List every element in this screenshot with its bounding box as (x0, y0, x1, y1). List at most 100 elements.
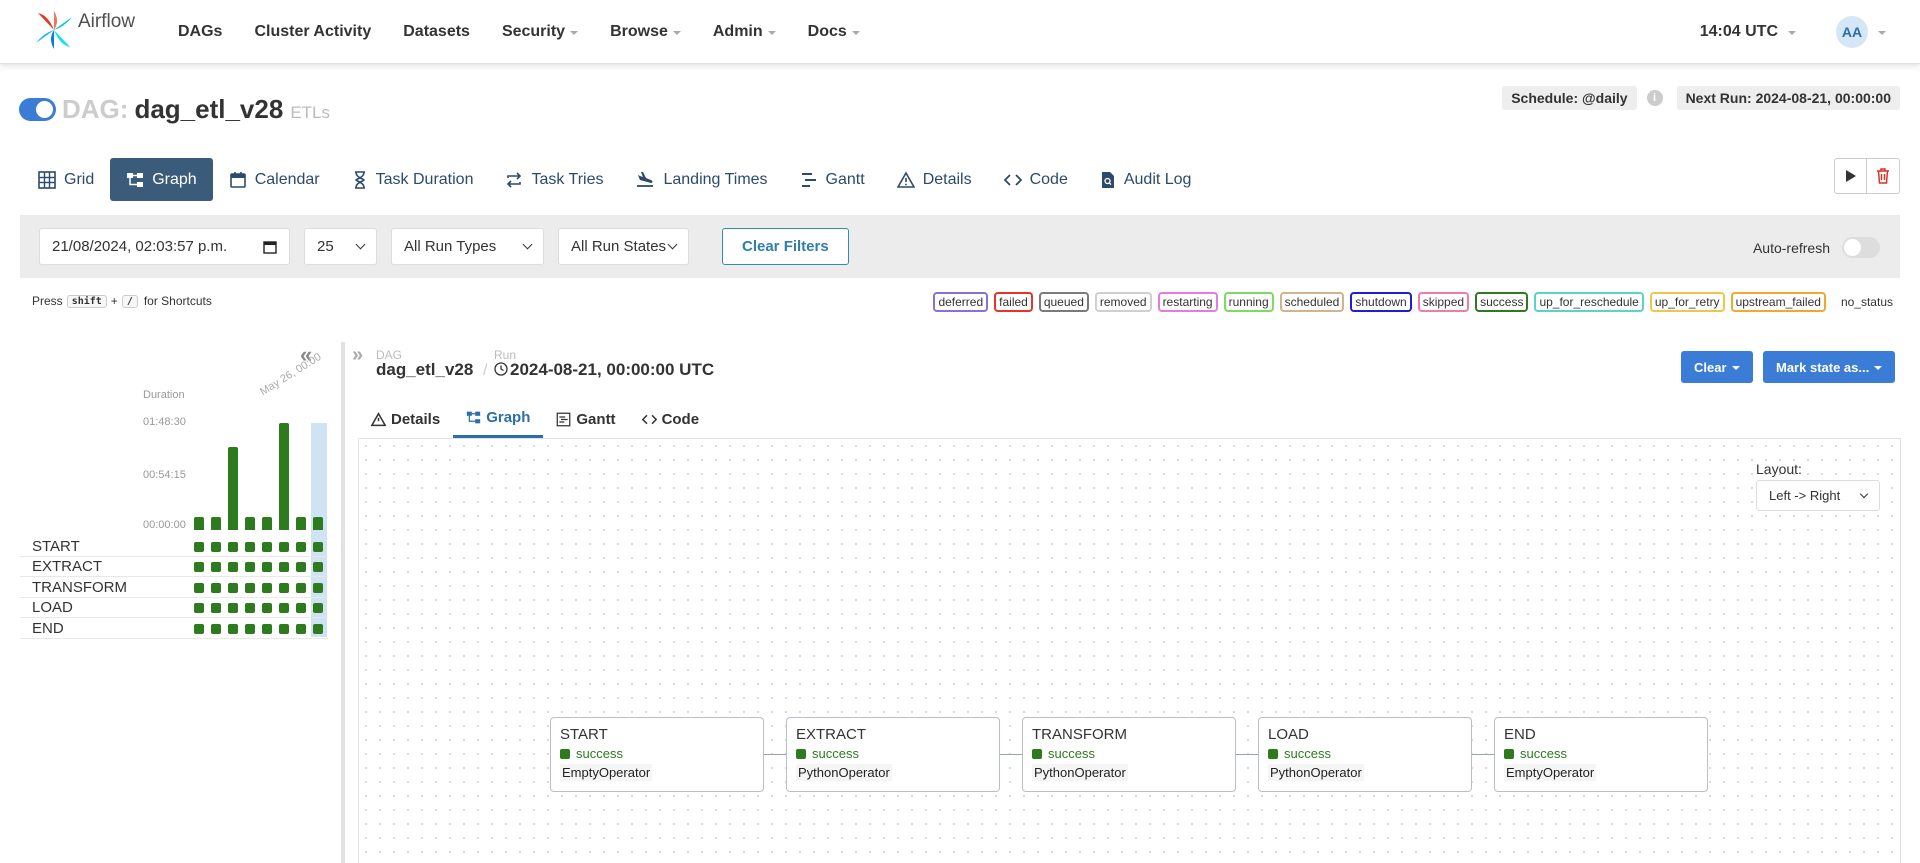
task-instance-square[interactable] (262, 624, 272, 634)
task-instance-square[interactable] (296, 583, 306, 593)
subtab-graph[interactable]: Graph (453, 400, 544, 438)
tab-calendar[interactable]: Calendar (213, 158, 336, 201)
task-instance-square[interactable] (194, 542, 204, 552)
task-instance-square[interactable] (262, 542, 272, 552)
clear-run-button[interactable]: Clear (1681, 351, 1753, 383)
task-instance-square[interactable] (228, 583, 238, 593)
tab-details[interactable]: Details (881, 158, 988, 201)
legend-up-for-retry[interactable]: up_for_retry (1649, 292, 1725, 312)
user-menu[interactable]: AA (1796, 16, 1886, 48)
run-duration-bar[interactable] (313, 517, 323, 530)
run-duration-bar[interactable] (211, 517, 221, 530)
tab-code[interactable]: Code (988, 158, 1084, 201)
task-node-load[interactable]: LOAD success PythonOperator (1258, 717, 1472, 792)
task-instance-square[interactable] (313, 583, 323, 593)
task-instance-square[interactable] (211, 583, 221, 593)
airflow-logo[interactable]: Airflow (34, 9, 135, 51)
nav-browse[interactable]: Browse (594, 23, 697, 41)
task-instance-square[interactable] (228, 542, 238, 552)
nav-docs[interactable]: Docs (792, 23, 876, 41)
task-instance-square[interactable] (211, 542, 221, 552)
nav-datasets[interactable]: Datasets (387, 23, 486, 41)
task-instance-square[interactable] (279, 542, 289, 552)
legend-restarting[interactable]: restarting (1157, 292, 1218, 312)
task-instance-square[interactable] (296, 562, 306, 572)
breadcrumb-dag[interactable]: dag_etl_v28 (376, 360, 473, 380)
task-instance-square[interactable] (245, 562, 255, 572)
run-state-select[interactable]: All Run States (558, 228, 689, 265)
task-instance-square[interactable] (262, 603, 272, 613)
timezone-menu[interactable]: 14:04 UTC (1700, 23, 1796, 41)
panel-resize-handle[interactable] (341, 342, 345, 863)
task-instance-square[interactable] (245, 624, 255, 634)
task-instance-square[interactable] (194, 583, 204, 593)
tab-landing-times[interactable]: Landing Times (619, 158, 783, 201)
task-instance-square[interactable] (313, 562, 323, 572)
task-instance-square[interactable] (313, 542, 323, 552)
tab-task-tries[interactable]: Task Tries (489, 158, 619, 201)
num-runs-select[interactable]: 25 (304, 228, 377, 265)
legend-queued[interactable]: queued (1038, 292, 1089, 312)
dag-tag[interactable]: ETLs (290, 103, 330, 123)
run-duration-bar[interactable] (279, 423, 289, 530)
run-duration-bar[interactable] (262, 517, 272, 530)
task-instance-square[interactable] (279, 603, 289, 613)
task-instance-square[interactable] (194, 624, 204, 634)
tab-gantt[interactable]: Gantt (784, 158, 881, 201)
task-instance-square[interactable] (211, 603, 221, 613)
task-instance-square[interactable] (211, 624, 221, 634)
tab-audit-log[interactable]: Audit Log (1084, 158, 1208, 201)
subtab-code[interactable]: Code (629, 400, 713, 438)
dag-pause-toggle[interactable] (19, 98, 56, 121)
task-instance-square[interactable] (279, 624, 289, 634)
graph-canvas[interactable] (358, 438, 1901, 863)
task-instance-square[interactable] (245, 542, 255, 552)
trigger-dag-button[interactable] (1834, 158, 1867, 194)
legend-failed[interactable]: failed (994, 292, 1033, 312)
task-node-start[interactable]: START success EmptyOperator (550, 717, 764, 792)
info-icon[interactable]: i (1646, 90, 1663, 106)
mark-state-button[interactable]: Mark state as... (1763, 351, 1896, 383)
tab-graph[interactable]: Graph (110, 158, 213, 201)
task-instance-square[interactable] (228, 603, 238, 613)
subtab-gantt[interactable]: Gantt (543, 400, 628, 438)
legend-upstream-failed[interactable]: upstream_failed (1730, 292, 1826, 312)
task-instance-square[interactable] (262, 583, 272, 593)
clear-filters-button[interactable]: Clear Filters (722, 228, 849, 265)
task-instance-square[interactable] (194, 562, 204, 572)
legend-running[interactable]: running (1223, 292, 1274, 312)
legend-success[interactable]: success (1475, 292, 1529, 312)
task-instance-square[interactable] (279, 583, 289, 593)
auto-refresh-toggle[interactable] (1842, 237, 1880, 258)
task-instance-square[interactable] (228, 562, 238, 572)
task-instance-square[interactable] (228, 624, 238, 634)
task-instance-square[interactable] (296, 542, 306, 552)
run-duration-bar[interactable] (296, 517, 306, 530)
legend-skipped[interactable]: skipped (1417, 292, 1470, 312)
task-instance-square[interactable] (313, 603, 323, 613)
tab-grid[interactable]: Grid (22, 158, 110, 201)
task-instance-square[interactable] (296, 624, 306, 634)
task-instance-square[interactable] (194, 603, 204, 613)
run-duration-bar[interactable] (228, 447, 238, 530)
legend-up-for-reschedule[interactable]: up_for_reschedule (1534, 292, 1644, 312)
subtab-details[interactable]: Details (358, 400, 453, 438)
nav-admin[interactable]: Admin (697, 23, 792, 41)
breadcrumb-run[interactable]: 2024-08-21, 00:00:00 UTC (510, 360, 714, 380)
task-node-extract[interactable]: EXTRACT success PythonOperator (786, 717, 1000, 792)
legend-no-status[interactable]: no_status (1836, 292, 1898, 312)
task-node-end[interactable]: END success EmptyOperator (1494, 717, 1708, 792)
nav-cluster-activity[interactable]: Cluster Activity (238, 23, 387, 41)
nav-security[interactable]: Security (486, 23, 594, 41)
run-duration-bar[interactable] (245, 517, 255, 530)
task-node-transform[interactable]: TRANSFORM success PythonOperator (1022, 717, 1236, 792)
expand-details-icon[interactable]: » (352, 344, 363, 367)
tab-task-duration[interactable]: Task Duration (336, 158, 490, 201)
run-type-select[interactable]: All Run Types (391, 228, 544, 265)
task-instance-square[interactable] (245, 583, 255, 593)
task-instance-square[interactable] (245, 603, 255, 613)
base-date-input[interactable]: 21/08/2024, 02:03:57 p.m. (39, 228, 290, 265)
task-instance-square[interactable] (296, 603, 306, 613)
task-instance-square[interactable] (262, 562, 272, 572)
task-instance-square[interactable] (279, 562, 289, 572)
